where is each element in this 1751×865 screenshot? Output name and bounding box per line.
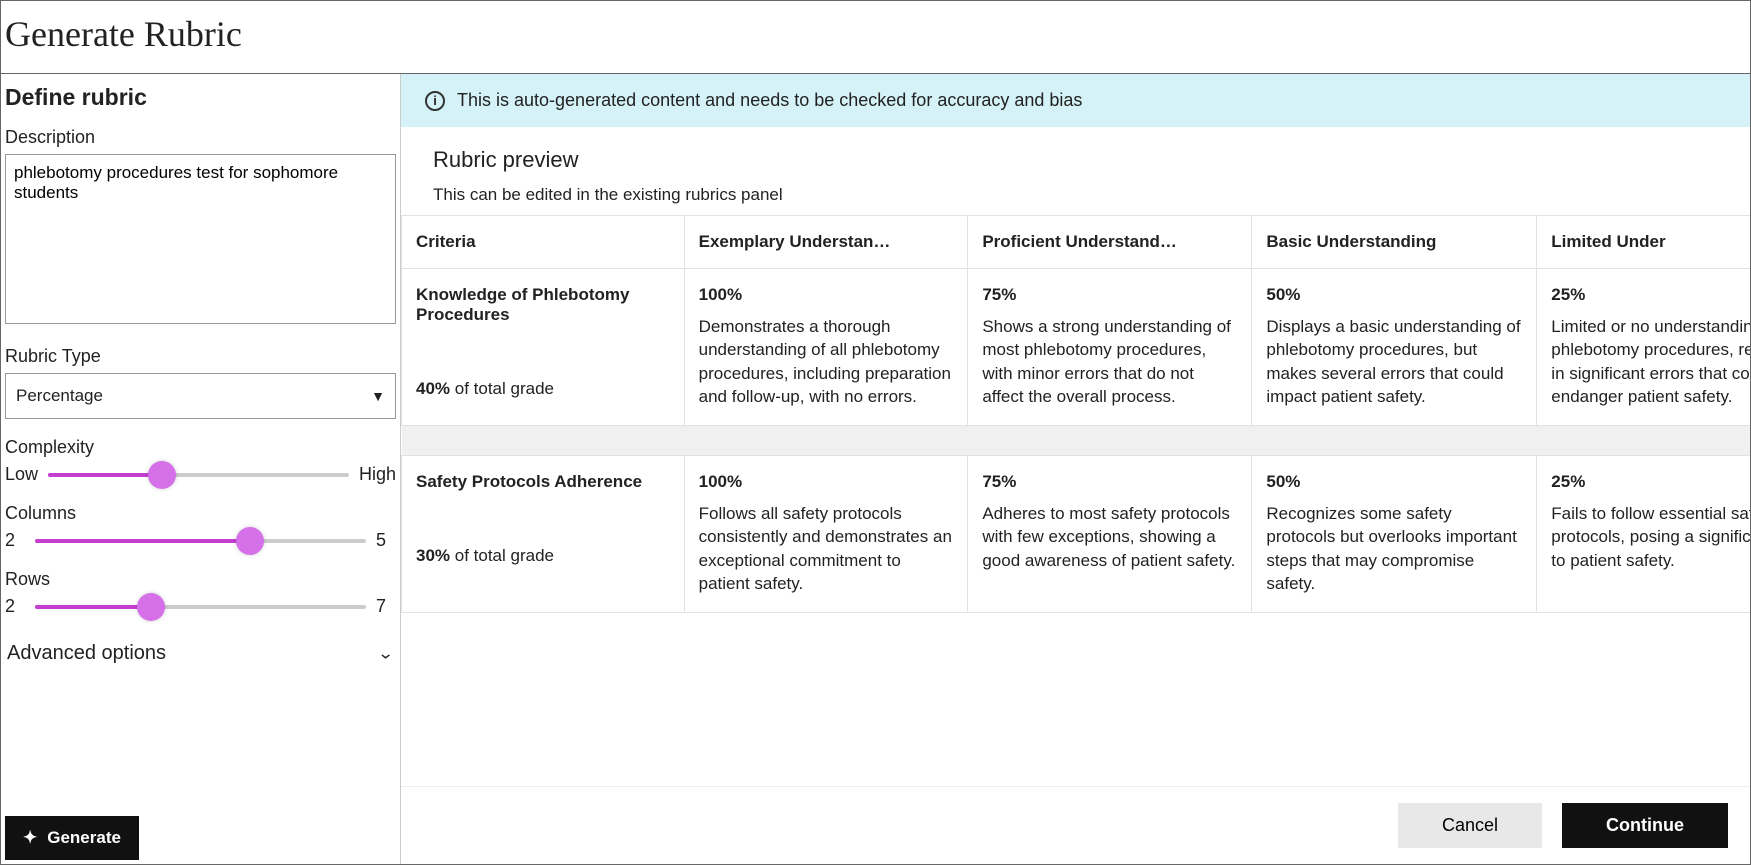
main: i This is auto-generated content and nee… xyxy=(401,74,1750,864)
rubric-type-label: Rubric Type xyxy=(5,346,396,367)
columns-thumb[interactable] xyxy=(236,527,264,555)
continue-button[interactable]: Continue xyxy=(1562,803,1728,848)
level-percent: 50% xyxy=(1266,472,1522,492)
preview: Rubric preview This can be edited in the… xyxy=(401,127,1750,786)
info-banner: i This is auto-generated content and nee… xyxy=(401,74,1750,127)
rows-thumb[interactable] xyxy=(137,593,165,621)
criteria-cell: Knowledge of Phlebotomy Procedures 40% of… xyxy=(402,269,685,426)
footer: Cancel Continue xyxy=(401,786,1750,864)
level-percent: 25% xyxy=(1551,285,1750,305)
sparkle-icon: ✦ xyxy=(23,828,37,848)
app-root: Generate Rubric Define rubric Descriptio… xyxy=(0,0,1751,865)
level-description: Recognizes some safety protocols but ove… xyxy=(1266,502,1522,596)
level-percent: 75% xyxy=(982,285,1237,305)
chevron-down-icon: ⌄ xyxy=(377,644,394,664)
header-level-2: Proficient Understand… xyxy=(968,216,1252,269)
rows-max: 7 xyxy=(376,596,396,617)
level-cell: 25% Limited or no understanding of phlebo… xyxy=(1537,269,1750,426)
level-percent: 100% xyxy=(699,285,954,305)
description-input[interactable] xyxy=(5,154,396,324)
level-cell: 100% Demonstrates a thorough understandin… xyxy=(684,269,968,426)
body: Define rubric Description Rubric Type Pe… xyxy=(1,74,1750,864)
complexity-high: High xyxy=(359,464,396,485)
columns-slider[interactable] xyxy=(35,539,366,543)
cancel-button[interactable]: Cancel xyxy=(1398,803,1542,848)
sidebar-scroll[interactable]: Define rubric Description Rubric Type Pe… xyxy=(1,74,400,812)
level-percent: 100% xyxy=(699,472,954,492)
advanced-options-toggle[interactable]: Advanced options ⌄ xyxy=(5,635,396,672)
level-description: Fails to follow essential safety protoco… xyxy=(1551,502,1750,572)
level-percent: 75% xyxy=(982,472,1237,492)
preview-header: Rubric preview This can be edited in the… xyxy=(401,127,1750,215)
level-cell: 25% Fails to follow essential safety prot… xyxy=(1537,455,1750,612)
header-level-3: Basic Understanding xyxy=(1252,216,1537,269)
header-criteria: Criteria xyxy=(402,216,685,269)
rubric-type-field: Rubric Type Percentage ▼ xyxy=(5,346,396,419)
level-description: Adheres to most safety protocols with fe… xyxy=(982,502,1237,572)
level-description: Demonstrates a thorough understanding of… xyxy=(699,315,954,409)
level-description: Displays a basic understanding of phlebo… xyxy=(1266,315,1522,409)
generate-row: ✦ Generate xyxy=(1,812,400,864)
caret-down-icon: ▼ xyxy=(371,388,385,404)
rows-label: Rows xyxy=(5,569,396,590)
level-percent: 50% xyxy=(1266,285,1522,305)
complexity-slider[interactable] xyxy=(48,473,349,477)
rows-min: 2 xyxy=(5,596,25,617)
level-description: Limited or no understanding of phlebotom… xyxy=(1551,315,1750,409)
banner-text: This is auto-generated content and needs… xyxy=(457,90,1082,111)
level-cell: 75% Shows a strong understanding of most … xyxy=(968,269,1252,426)
level-cell: 50% Displays a basic understanding of phl… xyxy=(1252,269,1537,426)
criteria-name: Safety Protocols Adherence xyxy=(416,472,670,492)
table-row: Knowledge of Phlebotomy Procedures 40% of… xyxy=(402,269,1751,426)
page-title: Generate Rubric xyxy=(1,1,1750,74)
level-cell: 75% Adheres to most safety protocols with… xyxy=(968,455,1252,612)
rows-field: Rows 2 7 xyxy=(5,569,396,617)
level-percent: 25% xyxy=(1551,472,1750,492)
header-level-1: Exemplary Understan… xyxy=(684,216,968,269)
level-description: Shows a strong understanding of most phl… xyxy=(982,315,1237,409)
description-field: Description xyxy=(5,127,396,328)
generate-label: Generate xyxy=(47,828,121,848)
criteria-weight: 40% of total grade xyxy=(416,379,670,399)
criteria-weight: 30% of total grade xyxy=(416,546,670,566)
complexity-low: Low xyxy=(5,464,38,485)
columns-field: Columns 2 5 xyxy=(5,503,396,551)
header-level-4: Limited Under xyxy=(1537,216,1750,269)
sidebar-heading: Define rubric xyxy=(5,84,396,111)
description-label: Description xyxy=(5,127,396,148)
preview-subtitle: This can be edited in the existing rubri… xyxy=(433,185,1718,205)
columns-max: 5 xyxy=(376,530,396,551)
table-header-row: Criteria Exemplary Understan… Proficient… xyxy=(402,216,1751,269)
rows-slider[interactable] xyxy=(35,605,366,609)
sidebar: Define rubric Description Rubric Type Pe… xyxy=(1,74,401,864)
advanced-options-label: Advanced options xyxy=(7,642,166,665)
table-row: Safety Protocols Adherence 30% of total g… xyxy=(402,455,1751,612)
rubric-type-select[interactable]: Percentage ▼ xyxy=(5,373,396,419)
rubric-type-value: Percentage xyxy=(16,386,103,406)
level-description: Follows all safety protocols consistentl… xyxy=(699,502,954,596)
rubric-table-scroll[interactable]: Criteria Exemplary Understan… Proficient… xyxy=(401,215,1750,786)
complexity-thumb[interactable] xyxy=(148,461,176,489)
columns-min: 2 xyxy=(5,530,25,551)
gap-row xyxy=(402,425,1751,455)
complexity-label: Complexity xyxy=(5,437,396,458)
criteria-cell: Safety Protocols Adherence 30% of total g… xyxy=(402,455,685,612)
info-icon: i xyxy=(425,91,445,111)
generate-button[interactable]: ✦ Generate xyxy=(5,816,139,860)
columns-label: Columns xyxy=(5,503,396,524)
level-cell: 50% Recognizes some safety protocols but … xyxy=(1252,455,1537,612)
preview-title: Rubric preview xyxy=(433,147,1718,173)
level-cell: 100% Follows all safety protocols consist… xyxy=(684,455,968,612)
criteria-name: Knowledge of Phlebotomy Procedures xyxy=(416,285,670,325)
rubric-table: Criteria Exemplary Understan… Proficient… xyxy=(401,215,1750,613)
complexity-field: Complexity Low High xyxy=(5,437,396,485)
